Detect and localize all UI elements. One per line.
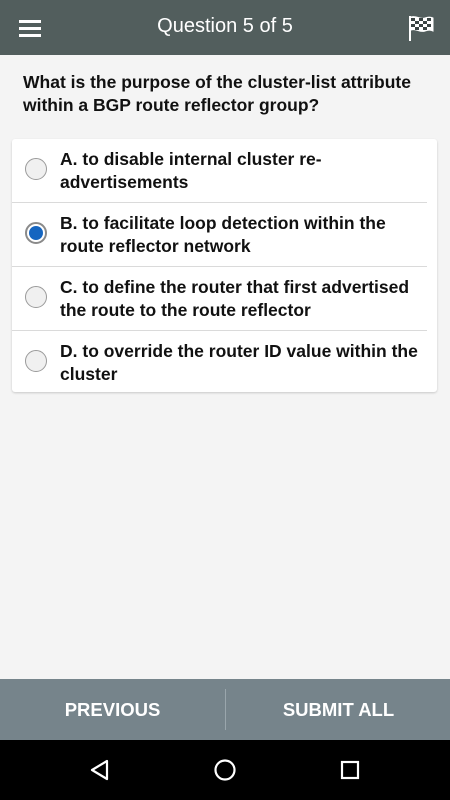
nav-home-button[interactable] <box>205 750 245 790</box>
nav-recents-button[interactable] <box>330 750 370 790</box>
answer-option-label: B. to facilitate loop detection within t… <box>60 213 386 256</box>
finish-flag-button[interactable] <box>404 10 438 46</box>
recents-square-icon <box>340 760 360 780</box>
answer-option-a[interactable]: A. to disable internal cluster re-advert… <box>12 139 427 203</box>
question-text: What is the purpose of the cluster-list … <box>23 72 411 115</box>
radio-button-c[interactable] <box>25 286 47 308</box>
app-bar: Question 5 of 5 <box>0 0 450 55</box>
answer-option-label: D. to override the router ID value withi… <box>60 341 418 384</box>
answer-options-card: A. to disable internal cluster re-advert… <box>12 139 437 392</box>
checkered-flag-icon <box>409 16 434 41</box>
answer-option-label: A. to disable internal cluster re-advert… <box>60 149 322 192</box>
back-triangle-icon <box>90 759 109 781</box>
answer-option-b[interactable]: B. to facilitate loop detection within t… <box>12 203 427 267</box>
home-circle-icon <box>214 759 236 781</box>
radio-button-b[interactable] <box>25 222 47 244</box>
action-bar: PREVIOUS SUBMIT ALL <box>0 679 450 740</box>
system-nav-bar <box>0 740 450 800</box>
answer-option-c[interactable]: C. to define the router that first adver… <box>12 267 427 331</box>
hamburger-menu-icon <box>19 20 41 37</box>
quiz-screen: Question 5 of 5 What is the purpose of t… <box>0 0 450 800</box>
radio-button-d[interactable] <box>25 350 47 372</box>
answer-option-label: C. to define the router that first adver… <box>60 277 410 320</box>
previous-button[interactable]: PREVIOUS <box>0 679 225 740</box>
menu-button[interactable] <box>10 10 50 46</box>
nav-back-button[interactable] <box>80 750 120 790</box>
radio-button-a[interactable] <box>25 158 47 180</box>
answer-option-d[interactable]: D. to override the router ID value withi… <box>12 331 427 394</box>
submit-all-button[interactable]: SUBMIT ALL <box>226 679 450 740</box>
question-counter-title: Question 5 of 5 <box>157 15 293 37</box>
